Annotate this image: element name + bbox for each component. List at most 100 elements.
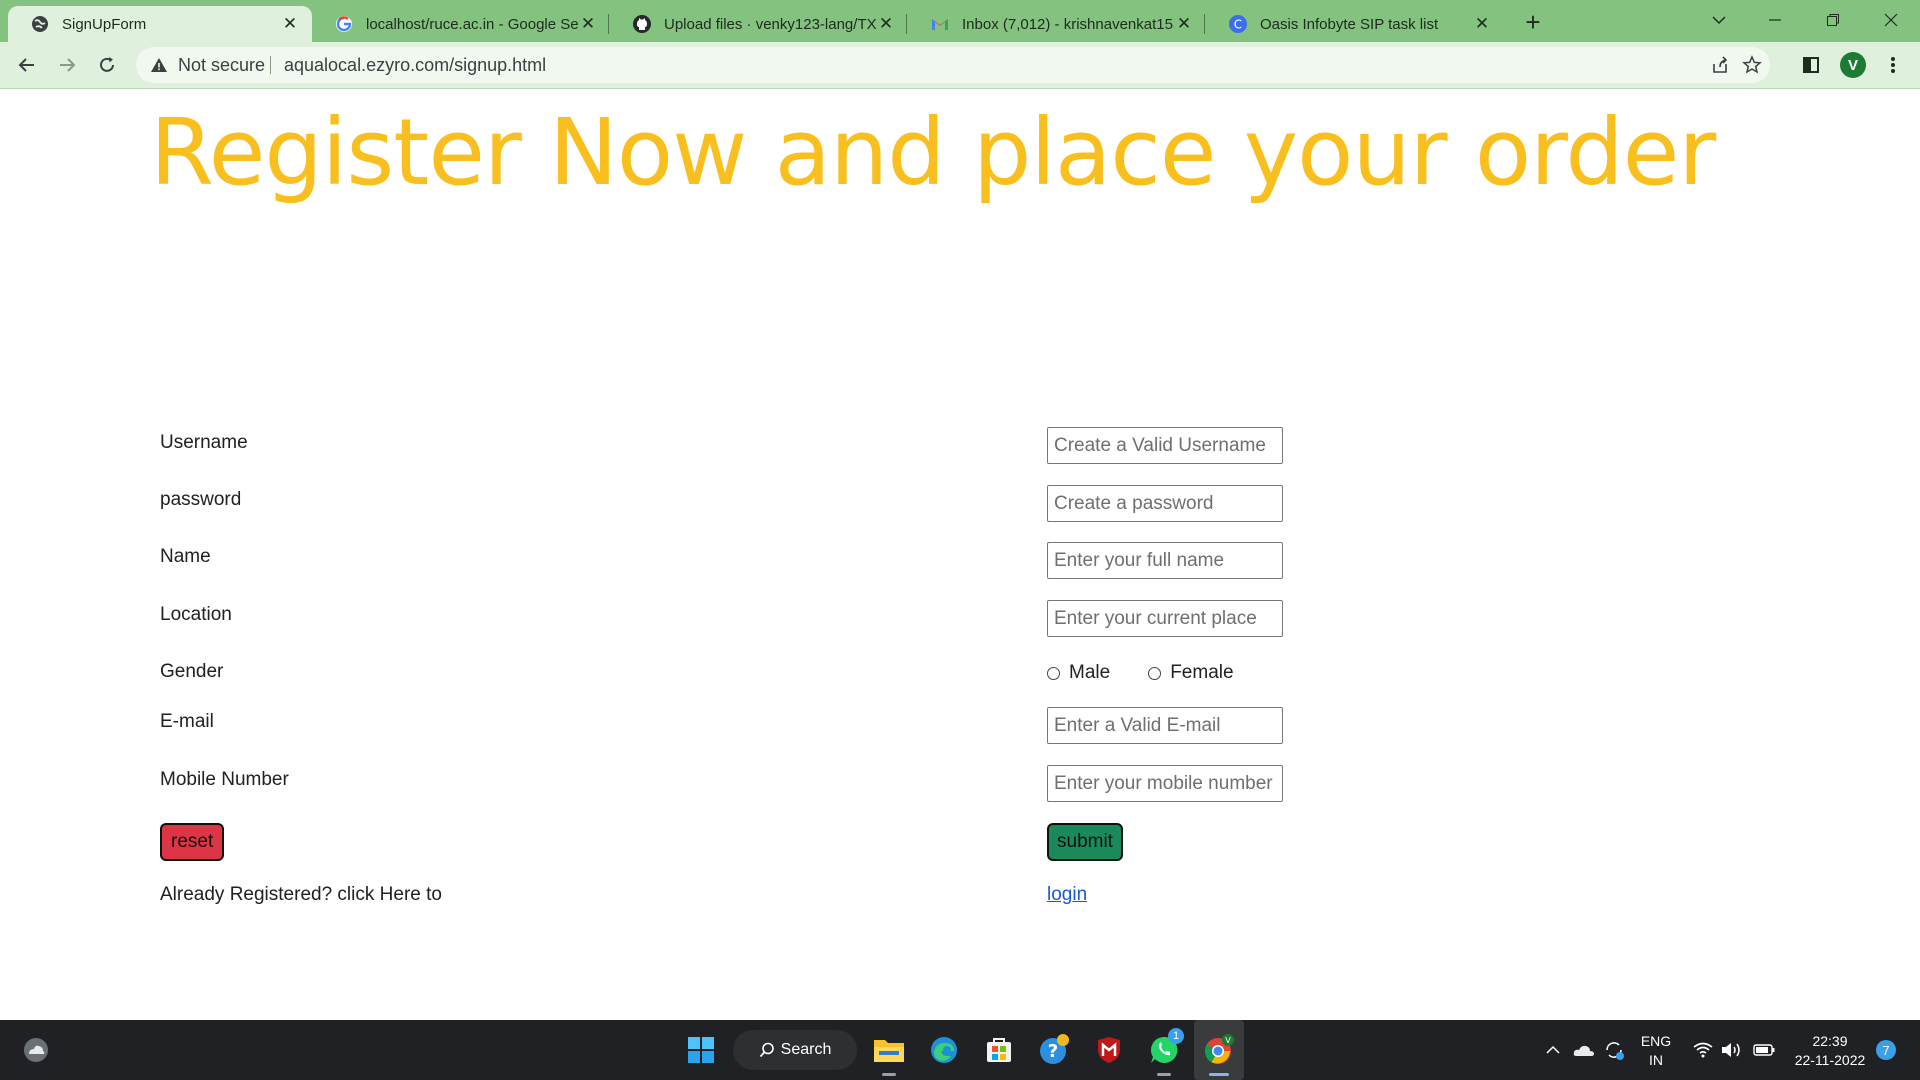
sync-button[interactable] <box>1600 1032 1628 1068</box>
tab-github-upload[interactable]: Upload files · venky123-lang/TXC ✕ <box>610 6 908 42</box>
tab-search-button[interactable] <box>1692 0 1746 40</box>
browser-menu-button[interactable] <box>1878 50 1908 80</box>
running-indicator <box>1209 1073 1229 1076</box>
name-input[interactable] <box>1047 542 1283 579</box>
volume-icon <box>1722 1043 1740 1057</box>
tab-title: Oasis Infobyte SIP task list <box>1260 15 1439 33</box>
language-code: ENG <box>1640 1033 1672 1049</box>
battery-button[interactable] <box>1749 1032 1779 1068</box>
tab-signupform[interactable]: SignUpForm ✕ <box>8 6 312 42</box>
volume-button[interactable] <box>1716 1032 1746 1068</box>
search-label: Search <box>780 1041 832 1058</box>
side-panel-icon <box>1803 57 1819 73</box>
notification-badge[interactable]: 7 <box>1876 1040 1896 1060</box>
tab-separator <box>608 14 609 34</box>
tab-close-icon[interactable]: ✕ <box>280 14 300 34</box>
tab-close-icon[interactable]: ✕ <box>876 14 896 34</box>
minimize-button[interactable] <box>1748 0 1802 40</box>
mobile-input[interactable] <box>1047 765 1283 802</box>
page-title: Register Now and place your order <box>150 99 1716 206</box>
store-button[interactable] <box>981 1032 1017 1068</box>
name-label: Name <box>160 546 211 567</box>
help-icon: ? <box>1040 1034 1069 1064</box>
get-help-button[interactable]: ? <box>1036 1032 1072 1068</box>
weather-widget[interactable] <box>18 1032 54 1068</box>
new-tab-button[interactable]: + <box>1520 7 1546 37</box>
close-window-button[interactable] <box>1864 0 1918 40</box>
reload-icon <box>100 57 114 72</box>
login-link[interactable]: login <box>1047 884 1087 906</box>
close-icon <box>1884 13 1898 27</box>
female-radio[interactable] <box>1148 666 1162 680</box>
male-radio[interactable] <box>1047 666 1060 680</box>
side-panel-button[interactable] <box>1796 50 1826 80</box>
taskbar: Search ? 1 V ENG IN 22:39 22-11-2022 7 <box>0 1020 1920 1080</box>
arrow-left-icon <box>18 58 34 72</box>
edge-button[interactable] <box>926 1032 962 1068</box>
forward-button[interactable] <box>52 50 82 80</box>
omnibox-divider <box>270 56 271 74</box>
svg-text:V: V <box>1225 1036 1231 1045</box>
chrome-icon: V <box>1204 1034 1234 1064</box>
language-indicator[interactable]: ENG IN <box>1636 1032 1676 1070</box>
clock-date: 22-11-2022 <box>1794 1052 1866 1068</box>
reload-button[interactable] <box>92 50 122 80</box>
security-indicator[interactable]: Not secure <box>178 55 265 76</box>
github-icon <box>633 15 651 33</box>
share-icon[interactable] <box>1710 55 1730 75</box>
mcafee-icon <box>1098 1037 1120 1063</box>
wifi-button[interactable] <box>1688 1032 1718 1068</box>
mobile-label: Mobile Number <box>160 769 289 790</box>
file-explorer-icon <box>874 1040 904 1062</box>
address-bar[interactable]: Not secure aqualocal.ezyro.com/signup.ht… <box>136 47 1770 83</box>
chrome-button[interactable]: V <box>1201 1032 1237 1068</box>
tab-title: Inbox (7,012) - krishnavenkat153 <box>962 15 1174 33</box>
avatar: V <box>1840 52 1866 78</box>
clock[interactable]: 22:39 22-11-2022 <box>1786 1032 1874 1070</box>
region-code: IN <box>1649 1052 1663 1068</box>
profile-button[interactable]: V <box>1838 50 1868 80</box>
taskbar-search-button[interactable]: Search <box>733 1030 857 1070</box>
arrow-right-icon <box>60 58 76 72</box>
running-indicator <box>882 1073 896 1076</box>
edge-icon <box>931 1037 957 1063</box>
username-input[interactable] <box>1047 427 1283 464</box>
gmail-icon <box>932 19 948 30</box>
tab-title: localhost/ruce.ac.in - Google Sea <box>366 15 578 33</box>
start-button[interactable] <box>683 1032 719 1068</box>
female-radio-label[interactable]: Female <box>1170 662 1233 684</box>
tab-google-search[interactable]: localhost/ruce.ac.in - Google Sea ✕ <box>312 6 610 42</box>
svg-text:?: ? <box>1048 1041 1058 1062</box>
reset-button[interactable]: reset <box>160 823 225 861</box>
tab-close-icon[interactable]: ✕ <box>578 14 598 34</box>
restore-icon <box>1827 14 1839 26</box>
tab-gmail-inbox[interactable]: Inbox (7,012) - krishnavenkat153 ✕ <box>908 6 1206 42</box>
svg-text:C: C <box>1234 18 1242 32</box>
male-radio-label[interactable]: Male <box>1069 662 1110 684</box>
bookmark-star-icon[interactable] <box>1742 55 1762 75</box>
mcafee-button[interactable] <box>1091 1032 1127 1068</box>
whatsapp-badge: 1 <box>1168 1028 1184 1044</box>
file-explorer-button[interactable] <box>871 1032 907 1068</box>
globe-icon <box>32 16 48 32</box>
password-input[interactable] <box>1047 485 1283 522</box>
tab-separator <box>906 14 907 34</box>
gender-options: Male Female <box>1047 662 1272 684</box>
onedrive-icon <box>1573 1045 1594 1056</box>
onedrive-button[interactable] <box>1570 1032 1598 1068</box>
weather-icon <box>24 1038 48 1062</box>
tab-close-icon[interactable]: ✕ <box>1472 14 1492 34</box>
submit-button[interactable]: submit <box>1047 823 1123 861</box>
tab-close-icon[interactable]: ✕ <box>1174 14 1194 34</box>
url-text[interactable]: aqualocal.ezyro.com/signup.html <box>284 55 546 76</box>
restore-button[interactable] <box>1806 0 1860 40</box>
username-label: Username <box>160 432 248 453</box>
tab-strip: SignUpForm ✕ localhost/ruce.ac.in - Goog… <box>0 0 1920 42</box>
email-input[interactable] <box>1047 707 1283 744</box>
show-hidden-icons-button[interactable] <box>1541 1032 1565 1068</box>
back-button[interactable] <box>12 50 42 80</box>
tab-oasis-infobyte[interactable]: C Oasis Infobyte SIP task list ✕ <box>1206 6 1504 42</box>
location-label: Location <box>160 604 232 625</box>
email-label: E-mail <box>160 711 214 732</box>
location-input[interactable] <box>1047 600 1283 637</box>
